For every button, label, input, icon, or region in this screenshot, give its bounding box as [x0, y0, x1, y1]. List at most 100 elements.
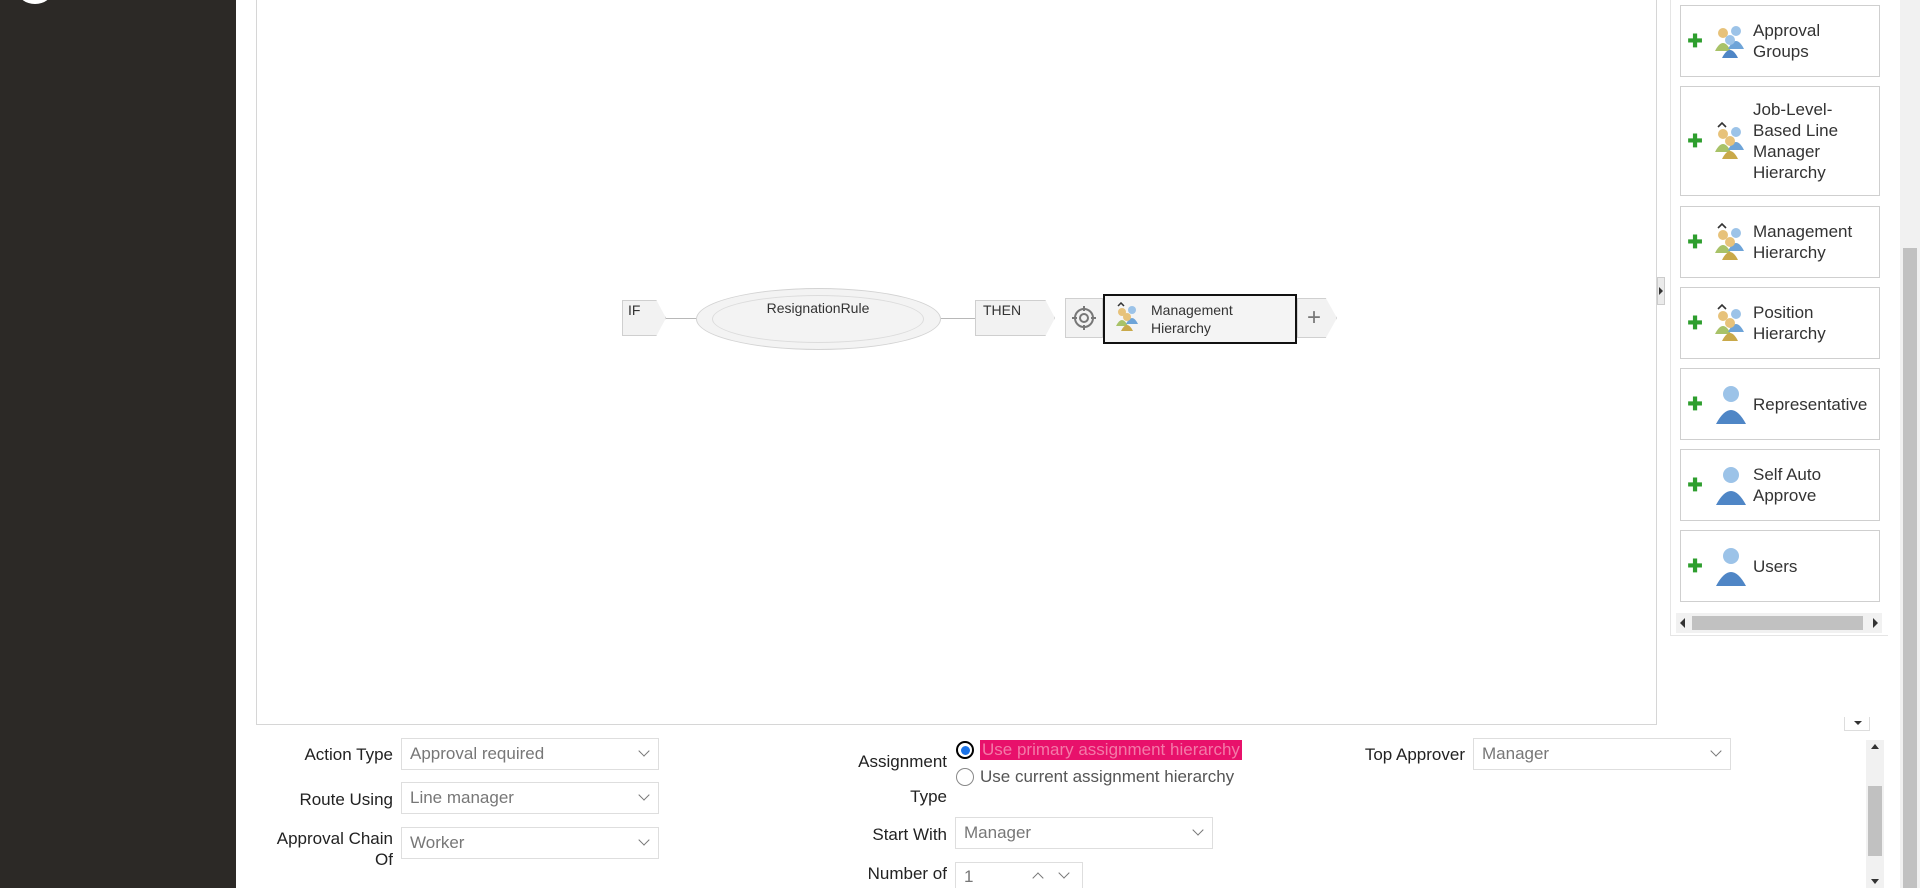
number-of-label: Number of	[867, 864, 947, 883]
palette-item-representative[interactable]: ✚ Representative	[1680, 368, 1880, 440]
approval-chain-value: Worker	[410, 833, 465, 852]
scroll-right-icon[interactable]	[1873, 618, 1878, 628]
palette-horizontal-scrollbar[interactable]	[1676, 613, 1882, 633]
collapse-panel-button[interactable]	[1844, 717, 1870, 731]
connector-line	[941, 318, 975, 319]
palette-item-approval-groups[interactable]: ✚ Approval Groups	[1680, 5, 1880, 77]
label-line: Users	[1753, 556, 1798, 576]
approval-chain-select[interactable]: Worker	[401, 827, 659, 859]
group-hierarchy-icon	[1709, 121, 1753, 161]
label-line: Hierarchy	[1753, 163, 1826, 182]
add-icon[interactable]: ✚	[1681, 313, 1709, 334]
number-of-stepper[interactable]: 1	[955, 862, 1083, 888]
target-icon[interactable]	[1065, 298, 1103, 338]
single-user-icon	[1709, 464, 1753, 506]
palette-item-label: Users	[1753, 556, 1799, 577]
label-line: Groups	[1753, 42, 1809, 61]
group-users-icon	[1709, 23, 1753, 59]
top-approver-label: Top Approver	[1364, 745, 1465, 764]
group-hierarchy-icon	[1709, 303, 1753, 343]
label-line: Approval Chain	[276, 829, 393, 848]
action-type-label: Action Type	[304, 745, 393, 764]
start-with-label: Start With	[872, 825, 947, 844]
label-line: Management	[1753, 222, 1853, 241]
add-icon[interactable]: ✚	[1681, 394, 1709, 415]
label-line: Approve	[1753, 486, 1817, 505]
scrollbar-thumb[interactable]	[1868, 786, 1882, 856]
label-line: Based Line	[1753, 121, 1839, 140]
page-vertical-scrollbar[interactable]	[1900, 0, 1920, 888]
label-line: Self Auto	[1753, 465, 1822, 484]
palette-item-label: Self Auto Approve	[1753, 464, 1823, 506]
palette-item-users[interactable]: ✚ Users	[1680, 530, 1880, 602]
label-line: Position	[1753, 303, 1814, 322]
radio-button[interactable]	[956, 768, 974, 786]
palette-item-position-hierarchy[interactable]: ✚ Position Hierarchy	[1680, 287, 1880, 359]
add-icon[interactable]: ✚	[1681, 475, 1709, 496]
scrollbar-thumb[interactable]	[1692, 616, 1863, 630]
logo-corner	[18, 0, 52, 4]
palette-splitter-handle[interactable]	[1657, 277, 1665, 305]
scroll-down-icon[interactable]	[1871, 879, 1879, 884]
connector-line	[666, 318, 698, 319]
group-hierarchy-icon	[1113, 301, 1143, 336]
chevron-down-icon	[1710, 745, 1722, 757]
label-line: Assignment	[858, 752, 947, 771]
form-vertical-scrollbar[interactable]	[1866, 740, 1884, 888]
expand-right-icon	[1659, 287, 1663, 295]
add-icon[interactable]: ✚	[1681, 31, 1709, 52]
route-using-select[interactable]: Line manager	[401, 782, 659, 814]
radio-current-assignment[interactable]: Use current assignment hierarchy	[956, 767, 1234, 787]
chevron-down-icon[interactable]	[1058, 867, 1070, 879]
palette-item-label: Position Hierarchy	[1753, 302, 1828, 344]
scroll-left-icon[interactable]	[1680, 618, 1685, 628]
start-with-select[interactable]: Manager	[955, 817, 1213, 849]
palette-item-label: Management Hierarchy	[1753, 221, 1854, 263]
add-action-button[interactable]: +	[1297, 298, 1337, 338]
number-of-value: 1	[964, 867, 974, 886]
top-approver-select[interactable]: Manager	[1473, 738, 1731, 770]
group-hierarchy-icon	[1709, 222, 1753, 262]
action-palette: ✚ Approval Groups ✚ Job-Level- Based Line M…	[1670, 0, 1888, 636]
if-node[interactable]: IF	[622, 300, 666, 336]
radio-label: Use current assignment hierarchy	[980, 767, 1235, 786]
label-line: Job-Level-	[1753, 100, 1833, 119]
add-icon[interactable]: ✚	[1681, 131, 1709, 152]
chevron-up-icon[interactable]	[1032, 872, 1044, 884]
rule-name-label[interactable]: ResignationRule	[712, 295, 924, 343]
action-type-select[interactable]: Approval required	[401, 738, 659, 770]
radio-primary-assignment[interactable]: Use primary assignment hierarchy	[956, 740, 1242, 760]
radio-button[interactable]	[956, 741, 974, 759]
action-node-label: Management Hierarchy	[1151, 301, 1233, 337]
start-with-value: Manager	[964, 823, 1032, 842]
chevron-down-icon	[638, 789, 650, 801]
left-sidebar	[0, 0, 236, 888]
chevron-down-icon	[1192, 824, 1204, 836]
chevron-down-icon	[1854, 721, 1862, 725]
action-node-label-line: Management	[1151, 302, 1233, 318]
palette-item-label: Approval Groups	[1753, 20, 1822, 62]
add-icon[interactable]: ✚	[1681, 556, 1709, 577]
palette-item-job-level-hierarchy[interactable]: ✚ Job-Level- Based Line Manager Hierarchy	[1680, 86, 1880, 196]
label-line: Hierarchy	[1753, 243, 1826, 262]
then-node[interactable]: THEN	[975, 300, 1055, 336]
assignment-type-label: Assignment Type	[830, 744, 947, 814]
scroll-up-icon[interactable]	[1871, 744, 1879, 749]
route-using-label: Route Using	[299, 790, 393, 809]
add-icon[interactable]: ✚	[1681, 232, 1709, 253]
palette-item-management-hierarchy[interactable]: ✚ Management Hierarchy	[1680, 206, 1880, 278]
scrollbar-thumb[interactable]	[1903, 248, 1917, 888]
top-approver-value: Manager	[1482, 744, 1550, 763]
label-line: Representative	[1753, 394, 1868, 414]
palette-item-self-auto-approve[interactable]: ✚ Self Auto Approve	[1680, 449, 1880, 521]
label-line: Approval	[1753, 21, 1821, 40]
single-user-icon	[1709, 545, 1753, 587]
single-user-icon	[1709, 383, 1753, 425]
radio-label: Use primary assignment hierarchy	[980, 740, 1242, 760]
approval-chain-label: Approval Chain Of	[250, 828, 393, 870]
chevron-down-icon	[638, 834, 650, 846]
label-line: Manager	[1753, 142, 1821, 161]
action-node-management-hierarchy[interactable]: Management Hierarchy	[1103, 294, 1297, 344]
label-line: Of	[375, 850, 393, 869]
action-type-value: Approval required	[410, 744, 545, 763]
